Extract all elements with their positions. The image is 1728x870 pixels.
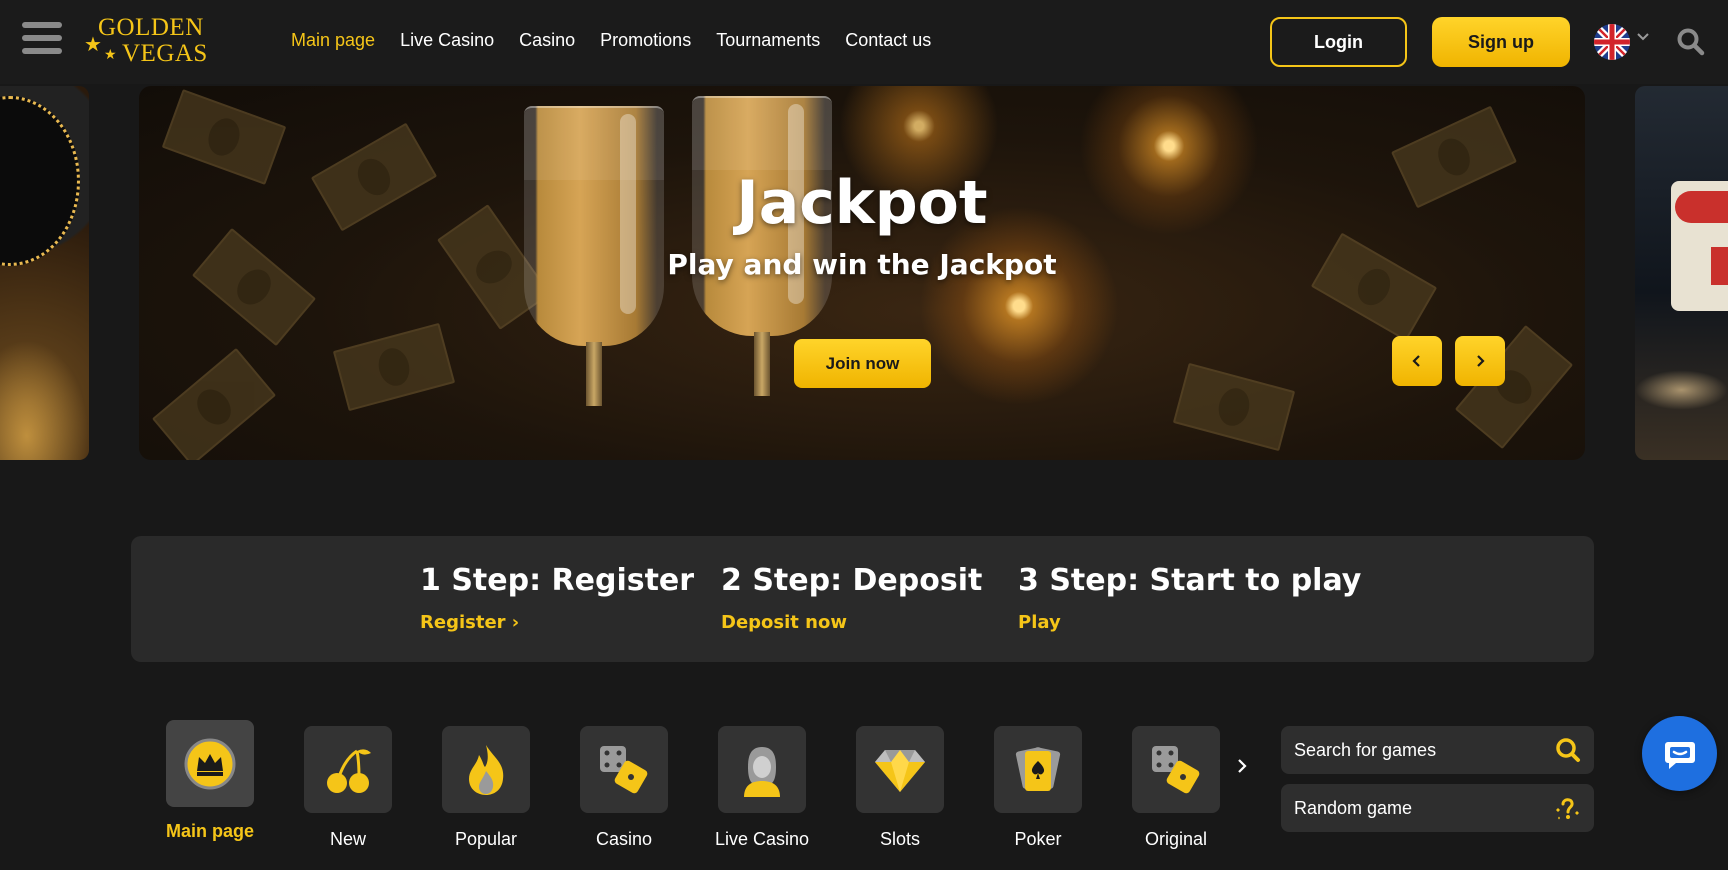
top-header: ★ ★ GOLDEN VEGAS Main page Live Casino C… bbox=[0, 0, 1728, 84]
category-icon-box bbox=[994, 726, 1082, 813]
random-game-button[interactable]: Random game bbox=[1281, 784, 1594, 832]
logo-line1: GOLDEN bbox=[98, 14, 204, 41]
previous-slide-preview[interactable] bbox=[0, 86, 89, 460]
next-slide-preview[interactable] bbox=[1635, 86, 1728, 460]
slide-glow bbox=[0, 340, 89, 460]
nav-live-casino[interactable]: Live Casino bbox=[400, 30, 494, 51]
category-icon-box bbox=[718, 726, 806, 813]
step-play: 3 Step: Start to play Play bbox=[1018, 563, 1361, 633]
dealer-icon bbox=[744, 746, 780, 797]
dice-icon bbox=[600, 745, 648, 793]
language-selector[interactable] bbox=[1594, 23, 1652, 61]
banner-next-button[interactable] bbox=[1455, 336, 1505, 386]
banner-title: Jackpot bbox=[736, 168, 988, 238]
game-search-placeholder: Search for games bbox=[1294, 740, 1437, 760]
chevron-right-icon bbox=[1238, 759, 1247, 773]
nav-promotions[interactable]: Promotions bbox=[600, 30, 691, 51]
nav-contact-us[interactable]: Contact us bbox=[845, 30, 931, 51]
step-title: 3 Step: Start to play bbox=[1018, 563, 1362, 598]
category-label: New bbox=[329, 829, 366, 849]
register-link[interactable]: Register › bbox=[420, 612, 519, 633]
category-label: Poker bbox=[1014, 829, 1062, 849]
chat-icon bbox=[1664, 741, 1695, 769]
category-icon-box bbox=[442, 726, 530, 813]
random-question-icon bbox=[1556, 798, 1579, 820]
category-casino[interactable]: Casino bbox=[569, 726, 679, 850]
step-register: 1 Step: Register Register › bbox=[420, 563, 694, 633]
category-label: Original bbox=[1144, 829, 1208, 849]
random-game-label: Random game bbox=[1294, 798, 1413, 818]
uk-flag-icon bbox=[1594, 24, 1630, 60]
category-label: Casino bbox=[595, 829, 653, 849]
chat-button[interactable] bbox=[1642, 716, 1717, 791]
banner-subtitle: Play and win the Jackpot bbox=[667, 248, 1057, 281]
banknote-decor bbox=[151, 347, 277, 460]
slide-art bbox=[0, 96, 80, 266]
banknote-decor bbox=[332, 322, 456, 412]
category-new[interactable]: New bbox=[293, 726, 403, 850]
category-popular[interactable]: Popular bbox=[431, 726, 541, 850]
category-icon-box bbox=[856, 726, 944, 813]
slide-art bbox=[1671, 181, 1728, 311]
category-icon-box bbox=[304, 726, 392, 813]
chevron-left-icon bbox=[1412, 355, 1420, 367]
banknote-decor bbox=[1172, 362, 1296, 452]
logo-line2: VEGAS bbox=[122, 40, 208, 67]
category-poker[interactable]: Poker bbox=[983, 726, 1093, 850]
deposit-now-link[interactable]: Deposit now bbox=[721, 612, 847, 633]
category-label: Slots bbox=[879, 829, 921, 849]
login-button[interactable]: Login bbox=[1270, 17, 1407, 67]
category-original[interactable]: Original bbox=[1121, 726, 1231, 850]
step-deposit: 2 Step: Deposit Deposit now bbox=[721, 563, 982, 633]
menu-icon[interactable] bbox=[22, 22, 62, 58]
categories-next-arrow[interactable] bbox=[1235, 755, 1255, 785]
logo[interactable]: ★ ★ GOLDEN VEGAS bbox=[84, 14, 214, 70]
nav-main-page[interactable]: Main page bbox=[291, 30, 375, 51]
diamond-icon bbox=[875, 749, 925, 792]
step-title: 1 Step: Register bbox=[420, 563, 695, 598]
cards-icon bbox=[1015, 746, 1061, 791]
category-icon-box bbox=[1132, 726, 1220, 813]
fire-icon bbox=[469, 744, 504, 795]
nav-casino[interactable]: Casino bbox=[519, 30, 575, 51]
game-search-input[interactable]: Search for games bbox=[1281, 726, 1594, 774]
join-now-button[interactable]: Join now bbox=[794, 339, 931, 388]
category-icon-box bbox=[580, 726, 668, 813]
signup-button[interactable]: Sign up bbox=[1432, 17, 1570, 67]
search-icon[interactable] bbox=[1676, 27, 1706, 57]
category-label: Popular bbox=[454, 829, 518, 849]
category-live-casino[interactable]: Live Casino bbox=[707, 726, 817, 850]
crown-icon bbox=[184, 738, 236, 789]
banner-prev-button[interactable] bbox=[1392, 336, 1442, 386]
step-title: 2 Step: Deposit bbox=[721, 563, 983, 598]
search-icon bbox=[1556, 738, 1580, 762]
play-link[interactable]: Play bbox=[1018, 612, 1061, 633]
star-icon: ★ bbox=[104, 46, 117, 62]
main-nav: Main page Live Casino Casino Promotions … bbox=[291, 30, 956, 51]
category-icon-box bbox=[166, 720, 254, 807]
chevron-right-icon bbox=[1477, 355, 1485, 367]
nav-tournaments[interactable]: Tournaments bbox=[716, 30, 820, 51]
chevron-down-icon bbox=[1636, 29, 1650, 48]
category-main-page[interactable]: Main page bbox=[155, 720, 265, 842]
steps-panel: 1 Step: Register Register › 2 Step: Depo… bbox=[131, 536, 1594, 662]
category-slots[interactable]: Slots bbox=[845, 726, 955, 850]
category-label: Live Casino bbox=[714, 829, 810, 849]
category-label: Main page bbox=[165, 821, 254, 841]
dice-icon bbox=[1152, 745, 1200, 793]
slide-glow bbox=[1635, 370, 1728, 410]
page: ★ ★ GOLDEN VEGAS Main page Live Casino C… bbox=[0, 0, 1728, 870]
jackpot-banner: Jackpot Play and win the Jackpot Join no… bbox=[139, 86, 1585, 460]
banknote-decor bbox=[191, 227, 317, 347]
cherry-icon bbox=[327, 748, 371, 793]
